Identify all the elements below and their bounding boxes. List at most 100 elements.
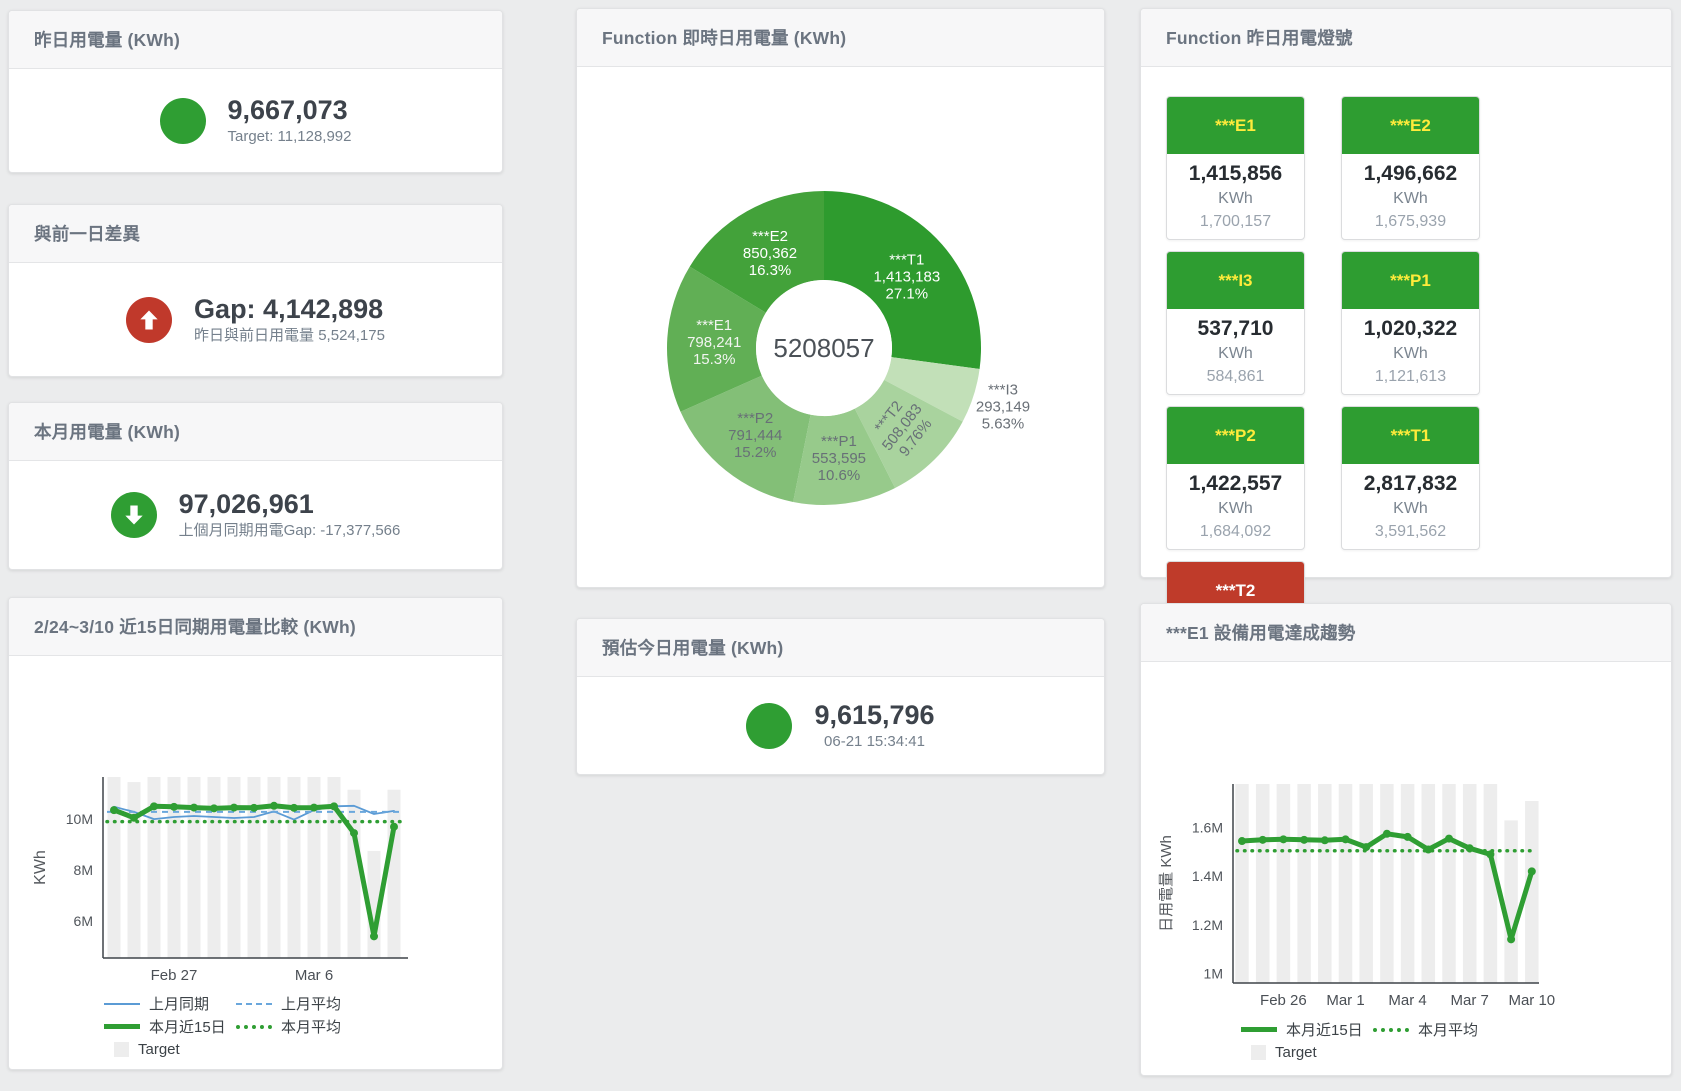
tile-header: ***I3	[1167, 252, 1304, 309]
panel-title: Function 即時日用電量 (KWh)	[602, 25, 846, 50]
panel-header: Function 昨日用電燈號	[1141, 9, 1671, 67]
gap-previous-day-stat: Gap: 4,142,898 昨日與前日用電量 5,524,175	[9, 263, 502, 376]
data-point	[170, 803, 178, 811]
data-point	[150, 802, 158, 810]
lamp-tile-e2[interactable]: ***E2 1,496,662 KWh 1,675,939	[1341, 96, 1480, 240]
data-point	[1362, 843, 1370, 851]
data-point	[350, 829, 358, 837]
target-bar	[208, 777, 221, 958]
estimate-today-stat: 9,615,796 06-21 15:34:41	[577, 677, 1104, 774]
donut-center-total: 5208057	[773, 333, 874, 363]
x-tick-label: Mar 4	[1388, 992, 1426, 1009]
data-point	[270, 802, 278, 810]
legend-item[interactable]: 上月同期	[104, 993, 236, 1014]
lamp-tile-e1[interactable]: ***E1 1,415,856 KWh 1,700,157	[1166, 96, 1305, 240]
target-bar	[1359, 784, 1373, 983]
tile-value: 1,020,322	[1342, 316, 1479, 342]
tile-header: ***P1	[1342, 252, 1479, 309]
lamp-tile-i3[interactable]: ***I3 537,710 KWh 584,861	[1166, 251, 1305, 395]
data-point	[290, 804, 298, 812]
tile-unit: KWh	[1167, 497, 1304, 520]
function-usage-donut-chart[interactable]: ***T11,413,18327.1%***I3293,1495.63%***T…	[577, 67, 1106, 589]
tile-prev-value: 1,675,939	[1342, 210, 1479, 233]
tile-prev-value: 1,700,157	[1167, 210, 1304, 233]
legend-item[interactable]: 上月平均	[236, 993, 368, 1014]
tile-id: ***T2	[1216, 581, 1256, 601]
data-point	[190, 804, 198, 812]
tile-unit: KWh	[1167, 187, 1304, 210]
panel-title: Function 昨日用電燈號	[1166, 25, 1353, 50]
y-tick-label: 1.6M	[1192, 820, 1223, 836]
svg-text:***P1: ***P1	[821, 433, 857, 450]
data-point	[310, 804, 318, 812]
x-tick-label: Mar 6	[295, 967, 333, 984]
tile-prev-value: 1,121,613	[1342, 365, 1479, 388]
svg-text:798,241: 798,241	[687, 334, 741, 351]
svg-text:293,149: 293,149	[976, 399, 1030, 416]
data-point	[1238, 837, 1246, 845]
target-bar	[1339, 784, 1353, 983]
data-point	[230, 804, 238, 812]
legend-item[interactable]: 本月平均	[236, 1016, 368, 1037]
tile-header: ***P2	[1167, 407, 1304, 464]
legend-row: 本月近15日本月平均	[104, 1015, 368, 1038]
panel-header: 預估今日用電量 (KWh)	[577, 619, 1104, 677]
legend-row: 本月近15日本月平均	[1241, 1018, 1505, 1041]
legend-item[interactable]: 本月近15日	[1241, 1019, 1373, 1040]
target-bar	[1277, 784, 1291, 983]
tile-body: 1,020,322 KWh 1,121,613	[1342, 309, 1479, 394]
legend-item[interactable]: Target	[104, 1041, 236, 1058]
data-point	[210, 804, 218, 812]
data-point	[110, 806, 118, 814]
x-tick-label: Mar 7	[1451, 992, 1489, 1009]
lamp-tile-t1[interactable]: ***T1 2,817,832 KWh 3,591,562	[1341, 406, 1480, 550]
x-tick-label: Mar 10	[1508, 992, 1555, 1009]
svg-text:***E1: ***E1	[696, 317, 732, 334]
compare-chart-area: 6M8M10MFeb 27Mar 6KWh 上月同期上月平均本月近15日本月平均…	[9, 656, 502, 1069]
panel-title: 昨日用電量 (KWh)	[34, 27, 180, 52]
legend-swatch-line	[104, 1003, 140, 1005]
data-point	[1279, 835, 1287, 843]
y-tick-label: 10M	[66, 811, 93, 827]
panel-header: ***E1 設備用電達成趨勢	[1141, 604, 1671, 662]
panel-title: ***E1 設備用電達成趨勢	[1166, 620, 1356, 645]
month-usage-stat: 97,026,961 上個月同期用電Gap: -17,377,566	[9, 461, 502, 569]
tile-id: ***E1	[1215, 116, 1256, 136]
x-tick-label: Feb 27	[151, 967, 198, 984]
lamp-tile-p2[interactable]: ***P2 1,422,557 KWh 1,684,092	[1166, 406, 1305, 550]
data-point	[390, 823, 398, 831]
target-bar	[1297, 784, 1311, 983]
data-point	[370, 932, 378, 940]
month-usage-gap: 上個月同期用電Gap: -17,377,566	[179, 520, 401, 542]
compare-line-chart[interactable]: 6M8M10MFeb 27Mar 6KWh	[9, 656, 504, 993]
data-point	[1404, 833, 1412, 841]
e1-trend-line-chart[interactable]: 1M1.2M1.4M1.6MFeb 26Mar 1Mar 4Mar 7Mar 1…	[1141, 662, 1673, 1018]
target-bar	[348, 790, 361, 958]
svg-text:5.63%: 5.63%	[982, 416, 1025, 433]
legend-label: 本月近15日	[149, 1016, 226, 1037]
legend-label: 上月同期	[149, 993, 209, 1014]
lamp-tile-p1[interactable]: ***P1 1,020,322 KWh 1,121,613	[1341, 251, 1480, 395]
arrow-down-circle-icon	[111, 492, 157, 538]
panel-estimate-today: 預估今日用電量 (KWh) 9,615,796 06-21 15:34:41	[576, 618, 1105, 775]
target-bar	[128, 782, 141, 958]
legend-row: Target	[104, 1038, 368, 1061]
panel-header: 與前一日差異	[9, 205, 502, 263]
target-bar	[1318, 784, 1332, 983]
tile-body: 537,710 KWh 584,861	[1167, 309, 1304, 394]
data-point	[1342, 835, 1350, 843]
yesterday-usage-stat: 9,667,073 Target: 11,128,992	[9, 69, 502, 172]
tile-value: 1,422,557	[1167, 471, 1304, 497]
legend-item[interactable]: 本月平均	[1373, 1019, 1505, 1040]
svg-text:15.3%: 15.3%	[693, 351, 736, 368]
data-point	[1466, 844, 1474, 852]
legend-item[interactable]: Target	[1241, 1044, 1373, 1061]
panel-15day-compare-chart: 2/24~3/10 近15日同期用電量比較 (KWh) 6M8M10MFeb 2…	[8, 597, 503, 1070]
legend-item[interactable]: 本月近15日	[104, 1016, 236, 1037]
data-point	[330, 802, 338, 810]
legend-label: 上月平均	[281, 993, 341, 1014]
svg-text:553,595: 553,595	[812, 450, 866, 467]
tile-value: 1,496,662	[1342, 161, 1479, 187]
legend-label: 本月近15日	[1286, 1019, 1363, 1040]
estimate-today-timestamp: 06-21 15:34:41	[824, 731, 925, 753]
